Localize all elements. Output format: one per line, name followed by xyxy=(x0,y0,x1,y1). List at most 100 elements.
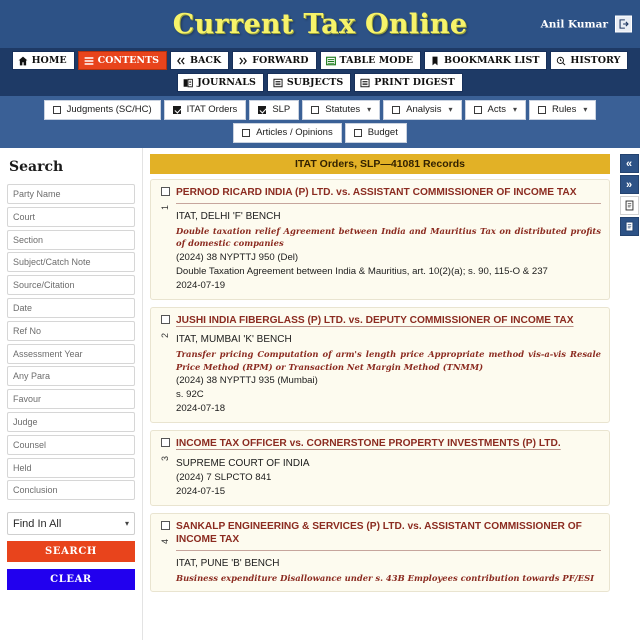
case-date: 2024-07-18 xyxy=(176,403,226,414)
case-citation: (2024) 7 SLPCTO 841 xyxy=(176,471,272,483)
filter-statutes[interactable]: Statutes ▾ xyxy=(302,100,381,120)
collapse-left-button[interactable]: « xyxy=(619,154,639,173)
checkbox-articles-opinions[interactable] xyxy=(242,129,251,137)
search-input-date[interactable] xyxy=(7,297,135,318)
search-input-held[interactable] xyxy=(7,457,135,478)
right-rail: « » xyxy=(618,148,640,640)
nav-home-label: HOME xyxy=(31,55,67,66)
clear-button[interactable]: CLEAR xyxy=(7,569,135,591)
filter-slp[interactable]: SLP xyxy=(249,100,300,120)
checkbox-analysis[interactable] xyxy=(392,106,401,114)
case-court: ITAT, DELHI 'F' BENCH xyxy=(176,210,281,222)
filter-statutes-label: Statutes xyxy=(325,104,361,115)
search-input-any-para[interactable] xyxy=(7,366,135,387)
filter-articles-opinions[interactable]: Articles / Opinions xyxy=(233,123,342,143)
nav-home-button[interactable]: HOME xyxy=(11,51,75,70)
chevron-down-icon: ▾ xyxy=(124,519,129,529)
case-citation: (2024) 38 NYPTTJ 935 (Mumbai) xyxy=(176,375,318,386)
nav-journals-button[interactable]: JOURNALS xyxy=(177,73,264,92)
user-box: Anil Kumar xyxy=(541,15,632,33)
document-copy-icon[interactable] xyxy=(619,217,639,236)
nav-print-digest-button[interactable]: PRINT DIGEST xyxy=(354,73,463,92)
chevron-down-icon[interactable]: ▾ xyxy=(367,103,371,117)
result-card[interactable]: 1 PERNOD RICARD INDIA (P) LTD. vs. ASSIS… xyxy=(150,179,610,300)
case-title-link[interactable]: JUSHI INDIA FIBERGLASS (P) LTD. vs. DEPU… xyxy=(176,314,601,328)
result-checkbox[interactable] xyxy=(161,314,170,324)
search-input-favour[interactable] xyxy=(7,389,135,410)
bookmark-icon xyxy=(430,56,440,66)
case-title-link[interactable]: PERNOD RICARD INDIA (P) LTD. vs. ASSISTA… xyxy=(176,186,601,204)
filter-itat-orders[interactable]: ITAT Orders xyxy=(163,100,247,120)
card-body: SANKALP ENGINEERING & SERVICES (P) LTD. … xyxy=(174,520,601,585)
filter-rules-label: Rules xyxy=(552,104,577,115)
case-date: 2024-07-15 xyxy=(176,485,226,497)
logout-icon[interactable] xyxy=(615,15,632,33)
checkbox-rules[interactable] xyxy=(538,106,547,114)
checkbox-acts[interactable] xyxy=(473,106,482,114)
filter-judgments-label: Judgments (SC/HC) xyxy=(66,104,152,115)
case-citation: (2024) 38 NYPTTJ 950 (Del) xyxy=(176,251,299,263)
nav-print-digest-label: PRINT DIGEST xyxy=(374,77,455,88)
result-checkbox[interactable] xyxy=(161,520,170,530)
result-checkbox[interactable] xyxy=(161,438,170,447)
case-tags: Business expenditure Disallowance under … xyxy=(176,572,595,583)
case-title-link[interactable]: INCOME TAX OFFICER vs. CORNERSTONE PROPE… xyxy=(176,437,601,451)
nav-journals-label: JOURNALS xyxy=(197,77,256,88)
checkbox-budget[interactable] xyxy=(353,129,362,137)
card-gutter: 4 xyxy=(157,520,174,585)
result-card[interactable]: 4 SANKALP ENGINEERING & SERVICES (P) LTD… xyxy=(150,512,610,592)
document-icon[interactable] xyxy=(619,196,639,215)
search-input-court[interactable] xyxy=(7,206,135,227)
search-input-subject-catch-note[interactable] xyxy=(7,252,135,273)
checkbox-statutes[interactable] xyxy=(311,106,320,114)
main-navigation: HOME CONTENTS BACK FORWARD TABLE MODE BO… xyxy=(0,48,640,96)
search-button[interactable]: SEARCH xyxy=(7,541,135,563)
chevron-down-icon[interactable]: ▾ xyxy=(583,103,587,117)
filter-row-1: Judgments (SC/HC) ITAT Orders SLP Statut… xyxy=(0,100,640,120)
nav-history-button[interactable]: HISTORY xyxy=(550,51,629,70)
search-input-judge[interactable] xyxy=(7,411,135,432)
nav-bookmark-list-button[interactable]: BOOKMARK LIST xyxy=(423,51,548,70)
chevron-double-right-icon xyxy=(238,56,248,66)
search-scope-value: Find In All xyxy=(13,517,62,530)
filter-row-2: Articles / Opinions Budget xyxy=(0,123,640,143)
search-input-ref-no[interactable] xyxy=(7,320,135,341)
search-input-assessment-year[interactable] xyxy=(7,343,135,364)
filter-rules[interactable]: Rules ▾ xyxy=(529,100,597,120)
search-input-section[interactable] xyxy=(7,229,135,250)
filter-budget[interactable]: Budget xyxy=(344,123,407,143)
nav-forward-button[interactable]: FORWARD xyxy=(232,51,317,70)
book-icon xyxy=(183,78,194,88)
result-card[interactable]: 2 JUSHI INDIA FIBERGLASS (P) LTD. vs. DE… xyxy=(150,306,610,423)
search-scope-select[interactable]: Find In All ▾ xyxy=(7,512,135,536)
card-body: PERNOD RICARD INDIA (P) LTD. vs. ASSISTA… xyxy=(174,186,601,292)
case-title-link[interactable]: SANKALP ENGINEERING & SERVICES (P) LTD. … xyxy=(176,520,601,551)
chevron-down-icon[interactable]: ▾ xyxy=(513,103,517,117)
filter-analysis[interactable]: Analysis ▾ xyxy=(383,100,462,120)
result-number: 2 xyxy=(160,332,170,338)
nav-subjects-button[interactable]: SUBJECTS xyxy=(266,73,352,92)
case-sections: Double Taxation Agreement between India … xyxy=(176,265,548,277)
chevron-down-icon[interactable]: ▾ xyxy=(449,103,453,117)
page-body: Search Find In All ▾ SEARCH CLEAR ITAT O… xyxy=(0,148,640,640)
nav-table-mode-button[interactable]: TABLE MODE xyxy=(319,51,421,70)
case-date: 2024-07-19 xyxy=(176,279,226,291)
checkbox-slp[interactable] xyxy=(258,106,267,114)
result-checkbox[interactable] xyxy=(161,187,170,196)
result-card[interactable]: 3 INCOME TAX OFFICER vs. CORNERSTONE PRO… xyxy=(150,430,610,506)
search-input-conclusion[interactable] xyxy=(7,480,135,501)
case-court: ITAT, MUMBAI 'K' BENCH xyxy=(176,334,292,345)
search-input-source-citation[interactable] xyxy=(7,275,135,296)
nav-contents-button[interactable]: CONTENTS xyxy=(77,51,168,70)
nav-back-button[interactable]: BACK xyxy=(170,51,230,70)
checkbox-itat-orders[interactable] xyxy=(172,106,181,114)
checkbox-judgments[interactable] xyxy=(52,106,61,114)
expand-right-button[interactable]: » xyxy=(619,175,639,194)
home-icon xyxy=(18,56,28,66)
search-input-party-name[interactable] xyxy=(7,184,135,204)
filter-judgments[interactable]: Judgments (SC/HC) xyxy=(43,100,161,120)
nav-table-mode-label: TABLE MODE xyxy=(339,55,413,66)
app-header: Current Tax Online Anil Kumar xyxy=(0,0,640,48)
search-input-counsel[interactable] xyxy=(7,434,135,455)
filter-acts[interactable]: Acts ▾ xyxy=(464,100,527,120)
